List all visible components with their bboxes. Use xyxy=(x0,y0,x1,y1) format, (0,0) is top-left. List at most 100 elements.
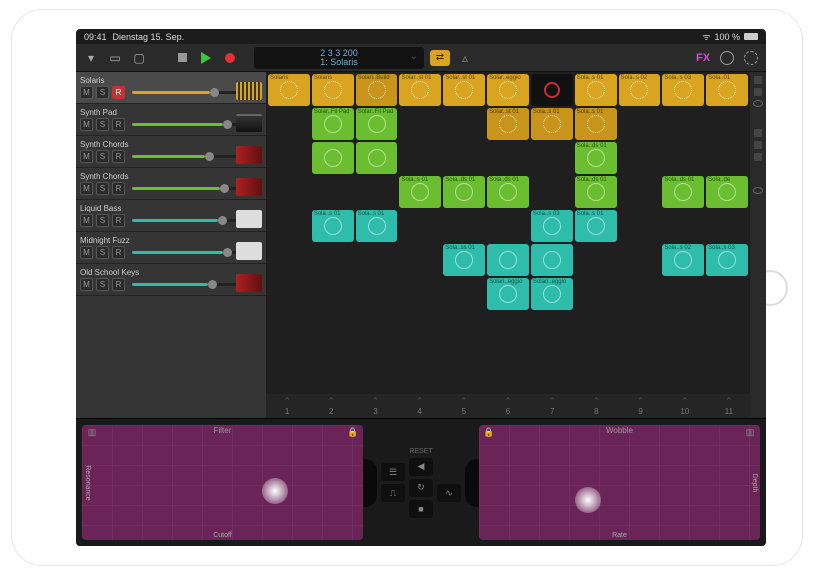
instrument-icon[interactable] xyxy=(236,178,262,196)
xy-orb[interactable] xyxy=(262,478,288,504)
xy-pad-filter[interactable]: ▥ Filter 🔒 Resonance Cutoff xyxy=(82,425,363,540)
settings-button[interactable] xyxy=(742,49,760,67)
cycle-button[interactable]: ⇄ xyxy=(430,50,450,66)
empty-cell[interactable] xyxy=(619,244,661,276)
empty-cell[interactable] xyxy=(399,278,441,310)
empty-cell[interactable] xyxy=(312,278,354,310)
empty-cell[interactable] xyxy=(268,278,310,310)
loop-cell[interactable]: Sola..s 02 xyxy=(619,74,661,106)
empty-cell[interactable] xyxy=(662,108,704,140)
pad-select-icon[interactable]: ▥ xyxy=(744,427,756,437)
empty-cell[interactable] xyxy=(399,108,441,140)
empty-cell[interactable] xyxy=(706,108,748,140)
empty-cell[interactable] xyxy=(443,278,485,310)
view-toggle-icon[interactable] xyxy=(753,187,763,194)
record-enable-button[interactable]: R xyxy=(112,214,125,227)
loop-cell[interactable]: Solar..eggio xyxy=(487,74,529,106)
record-enable-button[interactable]: R xyxy=(112,86,125,99)
scene-trigger[interactable]: 10 xyxy=(664,394,706,418)
scene-trigger[interactable]: 11 xyxy=(708,394,750,418)
scene-trigger[interactable]: 8 xyxy=(575,394,617,418)
loop-cell[interactable]: Sola..s 01 xyxy=(575,74,617,106)
loop-cell[interactable]: Sola..ds 01 xyxy=(443,176,485,208)
track-header[interactable]: Old School Keys M S R xyxy=(76,264,266,296)
loop-cell[interactable]: Solaris xyxy=(268,74,310,106)
strip-marker[interactable] xyxy=(754,153,762,161)
loop-cell[interactable]: Solaris xyxy=(312,74,354,106)
scene-trigger[interactable]: 5 xyxy=(443,394,485,418)
loop-cell[interactable]: Sola..ds 01 xyxy=(662,176,704,208)
loop-cell[interactable]: Sola..s 03 xyxy=(706,244,748,276)
solo-button[interactable]: S xyxy=(96,118,109,131)
instrument-icon[interactable] xyxy=(236,210,262,228)
loop-cell[interactable]: Sola..s 01 xyxy=(356,210,398,242)
solo-button[interactable]: S xyxy=(96,278,109,291)
empty-cell[interactable] xyxy=(268,108,310,140)
empty-cell[interactable] xyxy=(443,108,485,140)
loop-cell[interactable] xyxy=(356,142,398,174)
empty-cell[interactable] xyxy=(662,278,704,310)
loop-cell[interactable]: Solari..eggio xyxy=(531,278,573,310)
fx-button[interactable]: FX xyxy=(694,49,712,67)
browser-button[interactable]: ▭ xyxy=(106,49,124,67)
empty-cell[interactable] xyxy=(312,244,354,276)
mute-button[interactable]: M xyxy=(80,118,93,131)
loop-cell[interactable]: Sola..s 01 xyxy=(575,210,617,242)
mute-button[interactable]: M xyxy=(80,246,93,259)
loop-cell[interactable]: Solar..Fil Pad xyxy=(312,108,354,140)
loop-cell[interactable]: Sola..ds 01 xyxy=(487,176,529,208)
track-header[interactable]: Synth Chords M S R xyxy=(76,168,266,200)
mute-button[interactable]: M xyxy=(80,182,93,195)
loop-cell[interactable]: Solari..eggio xyxy=(487,278,529,310)
record-enable-button[interactable]: R xyxy=(112,182,125,195)
reverse-button[interactable]: ◀ xyxy=(409,458,433,476)
empty-cell[interactable] xyxy=(662,142,704,174)
empty-cell[interactable] xyxy=(706,278,748,310)
strip-marker[interactable] xyxy=(754,76,762,84)
solo-button[interactable]: S xyxy=(96,150,109,163)
loop-cell[interactable]: Sola..s 03 xyxy=(531,210,573,242)
loop-cell[interactable]: Sola..ds 01 xyxy=(575,176,617,208)
empty-cell[interactable] xyxy=(399,142,441,174)
scene-trigger[interactable]: 3 xyxy=(354,394,396,418)
track-header[interactable]: Synth Pad M S R xyxy=(76,104,266,136)
lcd-display[interactable]: 2 3 3 200 1: Solaris ⌄ xyxy=(254,47,424,69)
scene-trigger[interactable]: 6 xyxy=(487,394,529,418)
solo-button[interactable]: S xyxy=(96,214,109,227)
instrument-icon[interactable] xyxy=(236,274,262,292)
scene-trigger[interactable]: 2 xyxy=(310,394,352,418)
record-cell[interactable] xyxy=(531,74,573,106)
waveform-sine-icon[interactable]: ∿ xyxy=(437,484,461,502)
loop-cell[interactable]: Sola..s 01 xyxy=(575,108,617,140)
empty-cell[interactable] xyxy=(487,210,529,242)
record-enable-button[interactable]: R xyxy=(112,118,125,131)
pane-button[interactable]: ▢ xyxy=(130,49,148,67)
empty-cell[interactable] xyxy=(531,142,573,174)
empty-cell[interactable] xyxy=(443,210,485,242)
instrument-icon[interactable] xyxy=(236,146,262,164)
settings-icon[interactable]: ☰ xyxy=(381,463,405,481)
loop-cell[interactable]: Sola..01 xyxy=(706,74,748,106)
loop-cell[interactable]: Sola..s 01 xyxy=(399,176,441,208)
loop-cell[interactable]: Sola..de xyxy=(706,176,748,208)
solo-button[interactable]: S xyxy=(96,86,109,99)
instrument-icon[interactable] xyxy=(236,242,262,260)
loop-button[interactable] xyxy=(718,49,736,67)
loop-cell[interactable]: Sola..ds 01 xyxy=(575,142,617,174)
scene-trigger[interactable]: 9 xyxy=(619,394,661,418)
xy-orb[interactable] xyxy=(575,487,601,513)
empty-cell[interactable] xyxy=(487,142,529,174)
empty-cell[interactable] xyxy=(399,210,441,242)
empty-cell[interactable] xyxy=(443,142,485,174)
scene-trigger[interactable]: 1 xyxy=(266,394,308,418)
empty-cell[interactable] xyxy=(575,278,617,310)
loop-cell[interactable]: Solari..Build xyxy=(356,74,398,106)
empty-cell[interactable] xyxy=(619,278,661,310)
record-enable-button[interactable]: R xyxy=(112,246,125,259)
reset-label[interactable]: RESET xyxy=(409,448,432,455)
instrument-icon[interactable] xyxy=(236,114,262,132)
view-toggle-icon[interactable] xyxy=(753,100,763,107)
loop-cell[interactable]: Sola..s 03 xyxy=(662,74,704,106)
loop-cell[interactable] xyxy=(531,244,573,276)
loop-cell[interactable]: Solar..st 01 xyxy=(443,74,485,106)
